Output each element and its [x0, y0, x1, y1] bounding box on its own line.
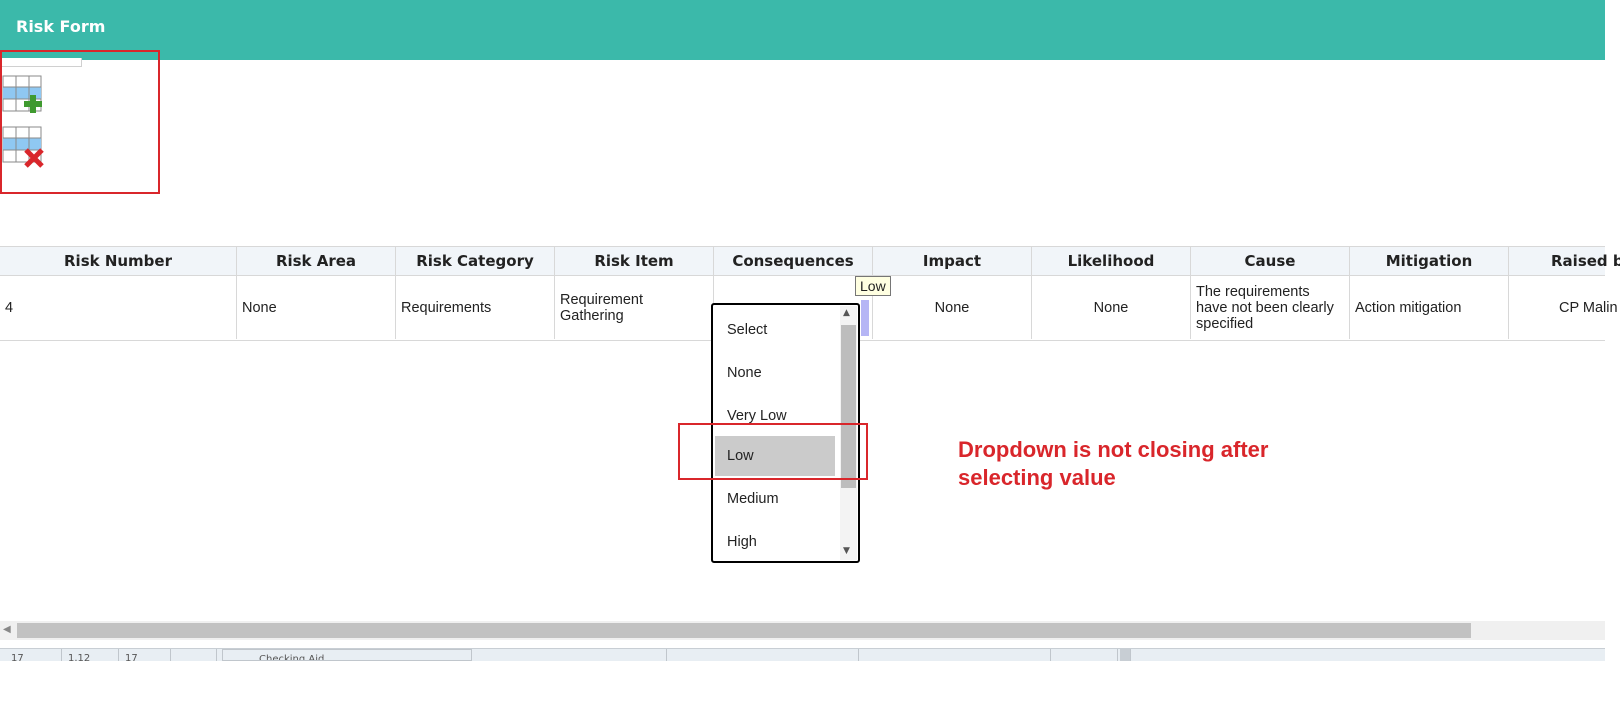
selected-option-highlight-box	[678, 423, 868, 480]
horizontal-scrollbar[interactable]: ◀	[0, 621, 1605, 640]
dropdown-option-medium[interactable]: Medium	[715, 479, 835, 519]
annotation-note: Dropdown is not closing after selecting …	[958, 437, 1269, 490]
column-header-cause[interactable]: Cause	[1191, 247, 1350, 275]
column-header-consequences[interactable]: Consequences	[714, 247, 873, 275]
horizontal-scroll-thumb[interactable]	[17, 623, 1471, 638]
dropdown-option-none[interactable]: None	[715, 353, 835, 393]
status-segment: 17	[5, 649, 62, 661]
column-header-risk-item[interactable]: Risk Item	[555, 247, 714, 275]
page-title: Risk Form	[16, 17, 106, 36]
status-segment	[476, 649, 667, 661]
status-segment	[1120, 649, 1131, 661]
cell-risk-item[interactable]: Requirement Gathering	[555, 276, 714, 339]
scroll-down-icon[interactable]: ▼	[843, 546, 850, 556]
dropdown-option-high[interactable]: High	[715, 522, 835, 562]
status-segment	[668, 649, 859, 661]
table-header-row: Risk Number Risk Area Risk Category Risk…	[0, 247, 1620, 276]
column-header-risk-number[interactable]: Risk Number	[0, 247, 237, 275]
cell-cause[interactable]: The requirements have not been clearly s…	[1191, 276, 1350, 339]
tooltip: Low	[855, 276, 891, 296]
cell-raised-by[interactable]: CP Malin	[1509, 276, 1620, 339]
cell-risk-area[interactable]: None	[237, 276, 396, 339]
status-segment: 17	[119, 649, 171, 661]
column-header-risk-area[interactable]: Risk Area	[237, 247, 396, 275]
column-header-risk-category[interactable]: Risk Category	[396, 247, 555, 275]
column-header-raised-by[interactable]: Raised b	[1509, 247, 1620, 275]
column-header-likelihood[interactable]: Likelihood	[1032, 247, 1191, 275]
app-header: Risk Form	[0, 0, 1605, 60]
scroll-left-icon[interactable]: ◀	[3, 624, 11, 635]
cell-likelihood[interactable]: None	[1032, 276, 1191, 339]
toolbar-highlight-box	[0, 50, 160, 194]
cell-risk-category[interactable]: Requirements	[396, 276, 555, 339]
cell-impact[interactable]: None	[873, 276, 1032, 339]
scroll-up-icon[interactable]: ▲	[843, 308, 850, 318]
cell-risk-number[interactable]: 4	[0, 276, 237, 339]
status-segment	[1052, 649, 1118, 661]
status-segment	[171, 649, 217, 661]
dropdown-option-select[interactable]: Select	[715, 310, 835, 350]
cell-mitigation[interactable]: Action mitigation	[1350, 276, 1509, 339]
status-segment: 1.12	[62, 649, 119, 661]
status-bar: 17 1.12 17 Checking Aid	[0, 648, 1605, 661]
status-segment: Checking Aid	[222, 649, 472, 661]
status-segment	[860, 649, 1051, 661]
column-header-mitigation[interactable]: Mitigation	[1350, 247, 1509, 275]
cell-focus-indicator	[861, 300, 869, 336]
column-header-impact[interactable]: Impact	[873, 247, 1032, 275]
